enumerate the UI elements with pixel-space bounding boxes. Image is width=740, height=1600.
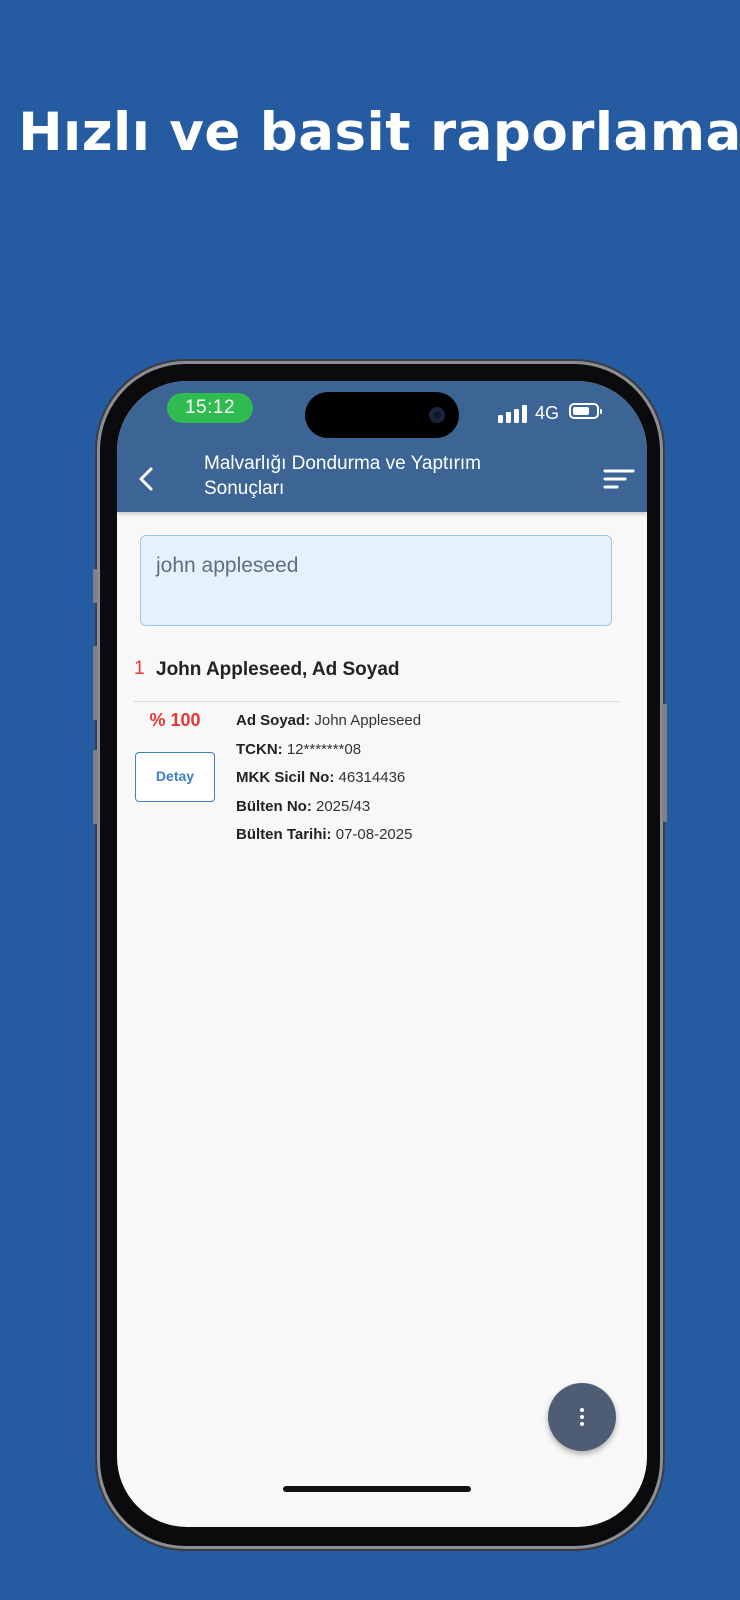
dynamic-island (305, 392, 459, 438)
result-index: 1 (134, 658, 145, 679)
detail-label: Bülten No: (236, 797, 312, 815)
detail-row-bulletin-no: Bülten No: 2025/43 (236, 795, 616, 824)
detail-value: John Appleseed (314, 712, 422, 729)
search-input[interactable]: john appleseed (140, 535, 612, 626)
network-label: 4G (535, 403, 560, 423)
sort-icon (603, 469, 635, 489)
detail-label: Ad Soyad: (236, 712, 311, 729)
signal-icon (498, 405, 528, 423)
volume-down-button (93, 750, 98, 824)
detail-label: MKK Sicil No: (236, 769, 335, 786)
page-title: Malvarlığı Dondurma ve Yaptırım Sonuçlar… (204, 453, 482, 499)
battery-icon (569, 403, 602, 419)
volume-up-button (93, 646, 98, 720)
detail-row-tckn: TCKN: 12*******08 (236, 738, 616, 767)
detail-label: TCKN: (236, 740, 283, 758)
camera-icon (429, 407, 445, 423)
result-header: 1 John Appleseed, Ad Soyad (134, 657, 619, 702)
sort-button[interactable] (599, 459, 639, 499)
back-button[interactable] (129, 457, 169, 501)
app-bar: Malvarlığı Dondurma ve Yaptırım Sonuçlar… (117, 449, 647, 512)
status-time: 15:12 (167, 393, 253, 423)
promo-headline: Hızlı ve basit raporlama (18, 102, 740, 163)
detail-value: 46314436 (338, 769, 406, 786)
detail-value: 12*******08 (286, 740, 362, 758)
detail-row-name: Ad Soyad: John Appleseed (236, 709, 616, 738)
phone-frame: 15:12 4G Malvarlığı Dondurma ve Yaptırım… (93, 364, 667, 1546)
detail-row-mkk: MKK Sicil No: 46314436 (236, 766, 616, 795)
more-options-button[interactable] (548, 1383, 616, 1451)
power-button (662, 704, 667, 822)
chevron-left-icon (139, 467, 153, 491)
result-name: John Appleseed, Ad Soyad (156, 659, 400, 680)
detail-button[interactable]: Detay (135, 752, 215, 802)
match-percentage: % 100 (149, 710, 201, 730)
result-details: Ad Soyad: John Appleseed TCKN: 12*******… (236, 709, 616, 852)
detail-row-bulletin-date: Bülten Tarihi: 07-08-2025 (236, 823, 616, 852)
phone-screen: 15:12 4G Malvarlığı Dondurma ve Yaptırım… (117, 381, 647, 1527)
detail-value: 07-08-2025 (335, 826, 413, 843)
home-indicator (283, 1486, 471, 1492)
status-bar: 15:12 4G (117, 381, 647, 449)
detail-value: 2025/43 (316, 797, 371, 815)
detail-label: Bülten Tarihi: (236, 826, 332, 843)
silent-switch (93, 569, 98, 603)
